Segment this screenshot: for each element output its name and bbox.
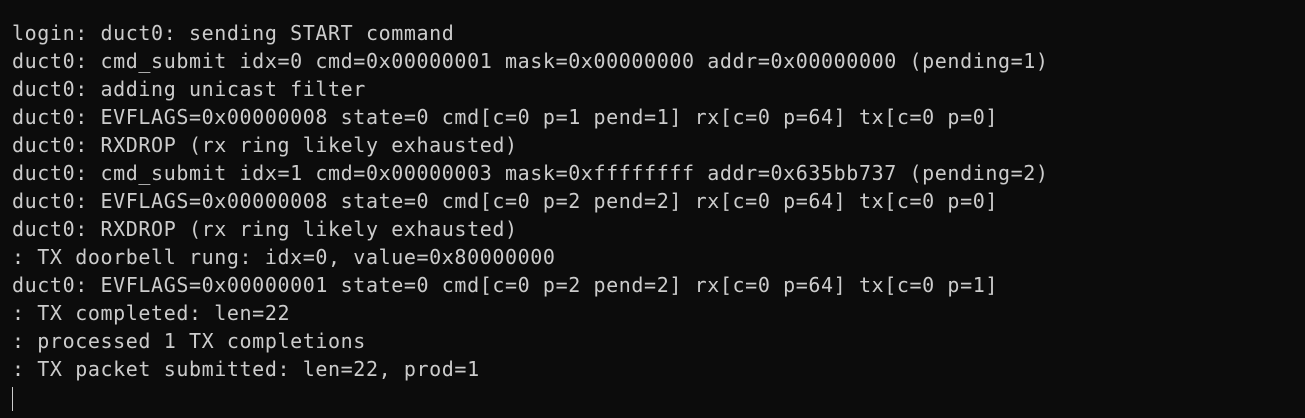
terminal-line-13: : TX packet submitted: len=22, prod=1 <box>12 357 480 381</box>
text-cursor <box>12 387 13 411</box>
terminal-input-line[interactable] <box>12 383 1305 411</box>
terminal-line-7: duct0: EVFLAGS=0x00000008 state=0 cmd[c=… <box>12 189 998 213</box>
terminal-window[interactable]: login: duct0: sending START command duct… <box>0 0 1305 418</box>
terminal-line-2: duct0: cmd_submit idx=0 cmd=0x00000001 m… <box>12 49 1049 73</box>
terminal-line-5: duct0: RXDROP (rx ring likely exhausted) <box>12 133 518 157</box>
terminal-line-9: : TX doorbell rung: idx=0, value=0x80000… <box>12 245 556 269</box>
terminal-line-10: duct0: EVFLAGS=0x00000001 state=0 cmd[c=… <box>12 273 998 297</box>
terminal-line-4: duct0: EVFLAGS=0x00000008 state=0 cmd[c=… <box>12 105 998 129</box>
terminal-line-8: duct0: RXDROP (rx ring likely exhausted) <box>12 217 518 241</box>
terminal-line-11: : TX completed: len=22 <box>12 301 291 325</box>
terminal-line-1: login: duct0: sending START command <box>12 21 455 45</box>
terminal-line-3: duct0: adding unicast filter <box>12 77 366 101</box>
terminal-line-12: : processed 1 TX completions <box>12 329 366 353</box>
terminal-line-6: duct0: cmd_submit idx=1 cmd=0x00000003 m… <box>12 161 1049 185</box>
